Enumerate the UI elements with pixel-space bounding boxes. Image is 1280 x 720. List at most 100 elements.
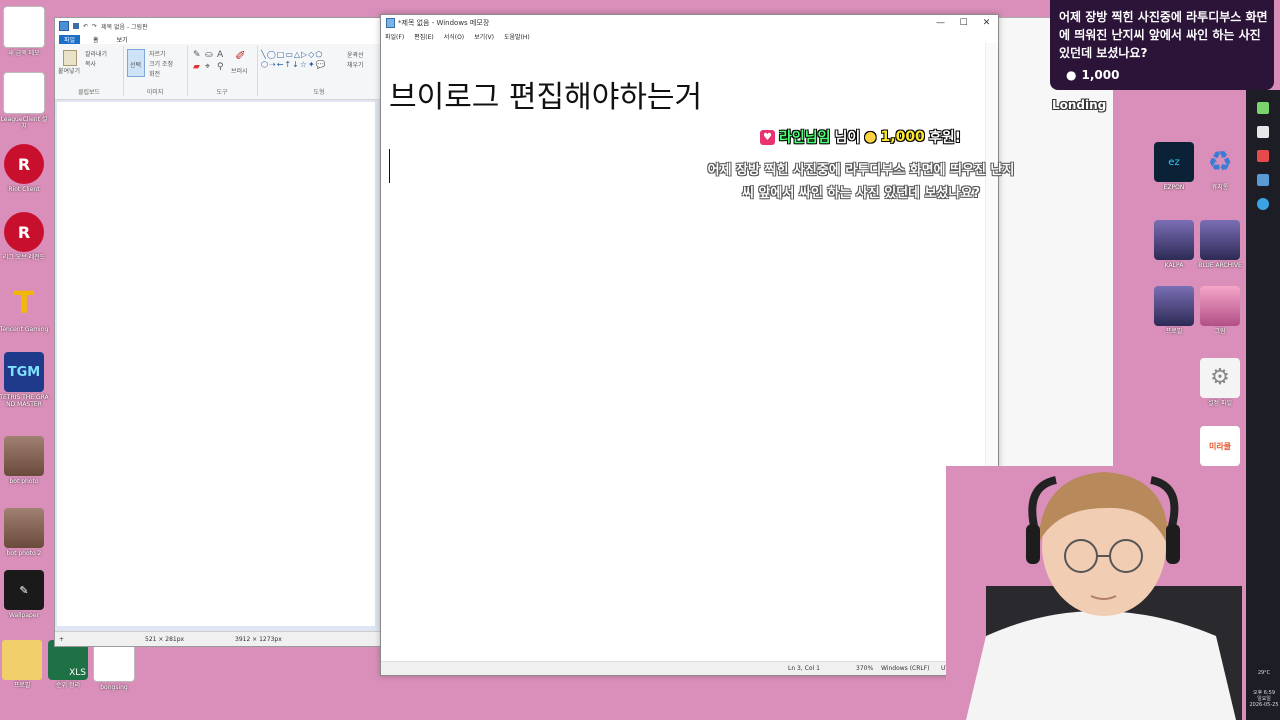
taskbar-app-icon[interactable] bbox=[1257, 102, 1269, 114]
desktop-icon-label: BLUE ARCHIVE bbox=[1198, 262, 1242, 269]
taskbar-app-icon[interactable] bbox=[1257, 150, 1269, 162]
minimize-button[interactable]: — bbox=[929, 15, 952, 31]
desktop-icon[interactable]: ✎ Wallpaper bbox=[0, 570, 50, 619]
taskbar-app-icon[interactable] bbox=[1257, 126, 1269, 138]
desktop-icon-label: 프로필 bbox=[1165, 328, 1183, 335]
desktop-icon[interactable]: 프로필 bbox=[0, 640, 48, 689]
notepad-statusbar: Ln 3, Col 1 370% Windows (CRLF) UTF-8 bbox=[381, 661, 998, 675]
crop-button[interactable]: 자르기 bbox=[149, 49, 166, 58]
dark-icon: ✎ bbox=[4, 570, 44, 610]
text-caret bbox=[389, 149, 390, 183]
notepad-titlebar[interactable]: *제목 없음 - Windows 메모장 bbox=[381, 15, 998, 31]
text-tool-icon[interactable]: A bbox=[217, 50, 223, 60]
shapes-gallery-icon-row2[interactable]: ⬡➝←↑↓☆✦💬 bbox=[261, 60, 327, 69]
brush-label[interactable]: 브러시 bbox=[231, 66, 248, 75]
donor-name: 라인님임 bbox=[779, 130, 831, 146]
menu-format[interactable]: 서식(O) bbox=[444, 32, 464, 41]
desktop-icon[interactable]: T Tencent Gaming bbox=[0, 284, 50, 333]
color-picker-icon[interactable]: ⌖ bbox=[205, 62, 210, 72]
save-icon[interactable] bbox=[73, 23, 79, 29]
desktop-icon[interactable]: LeagueClient 설치 bbox=[0, 72, 50, 130]
redo-icon[interactable]: ↷ bbox=[92, 23, 97, 30]
desktop-icon[interactable]: R 리그 오브 레전드 bbox=[0, 212, 50, 261]
line-ending: Windows (CRLF) bbox=[881, 665, 930, 672]
shapes-gallery-icon[interactable]: ╲◯□▭△▷◇⬠ bbox=[261, 50, 323, 59]
desktop-icon-label: TETRIS THE GRAND MASTER bbox=[0, 394, 49, 408]
magnifier-icon[interactable]: ⚲ bbox=[217, 62, 224, 72]
webcam-overlay bbox=[946, 466, 1242, 720]
menu-file[interactable]: 파일(F) bbox=[385, 32, 404, 41]
taskbar-app-icon[interactable] bbox=[1257, 174, 1269, 186]
brand-icon: 미라클 bbox=[1200, 426, 1240, 466]
paint-window[interactable]: ↶ ↷ 제목 없음 - 그림판 파일 홈 보기 붙여넣기 잘라내기 복사 클립보… bbox=[54, 17, 382, 647]
coin-icon: ● bbox=[864, 129, 877, 145]
desktop-icon[interactable]: bot photo 2 bbox=[0, 508, 50, 557]
round-red-icon: R bbox=[4, 144, 44, 184]
cut-button[interactable]: 잘라내기 bbox=[85, 49, 107, 58]
notepad-window[interactable]: *제목 없음 - Windows 메모장 — ☐ ✕ 파일(F) 편집(E) 서… bbox=[380, 14, 999, 676]
donation-message-line1: 어제 장방 찍힌 사진중에 라투디부스 화면에 띄우진 난지 bbox=[707, 163, 1015, 178]
taskbar-app-icon[interactable] bbox=[1257, 198, 1269, 210]
desktop-icon[interactable]: KALPA bbox=[1148, 220, 1200, 269]
gold-icon: T bbox=[13, 286, 35, 321]
shapes-group-label: 도형 bbox=[313, 89, 325, 96]
tab-file[interactable]: 파일 bbox=[59, 34, 81, 44]
paint-titlebar[interactable]: ↶ ↷ 제목 없음 - 그림판 bbox=[55, 18, 381, 34]
paint-canvas-area bbox=[55, 100, 381, 632]
desktop-icon[interactable]: BLUE ARCHIVE bbox=[1194, 220, 1246, 269]
zoom-level: 370% bbox=[856, 665, 874, 672]
close-button[interactable]: ✕ bbox=[975, 15, 998, 31]
desktop-icon[interactable]: XLS 순위 정리 bbox=[42, 640, 94, 689]
desktop-icon[interactable]: TGM TETRIS THE GRAND MASTER bbox=[0, 352, 50, 408]
tools-group: ✎ ⛀ A ▰ ⌖ ⚲ ✐ 브러시 도구 bbox=[187, 46, 258, 96]
desktop-icon[interactable]: ♻ 휴지통 bbox=[1194, 142, 1246, 191]
menu-edit[interactable]: 편집(E) bbox=[414, 32, 434, 41]
desktop-icon[interactable]: ⚙ 설정 파일 bbox=[1194, 358, 1246, 407]
outline-dropdown[interactable]: 윤곽선 bbox=[347, 50, 364, 59]
desktop-icon[interactable]: 프로필 bbox=[1148, 286, 1200, 335]
photo-icon bbox=[4, 508, 44, 548]
desktop-icon-label: Tencent Gaming bbox=[0, 326, 49, 333]
clipboard-group-label: 클립보드 bbox=[77, 89, 101, 96]
taskbar bbox=[1246, 90, 1280, 720]
menu-view[interactable]: 보기(V) bbox=[474, 32, 494, 41]
paste-button[interactable]: 붙여넣기 bbox=[58, 66, 80, 75]
paint-tab-bar: 파일 홈 보기 bbox=[55, 34, 381, 44]
desktop-icon[interactable]: bongsing bbox=[88, 640, 140, 691]
desktop-icon-label: 순위 정리 bbox=[56, 682, 80, 689]
tab-view[interactable]: 보기 bbox=[112, 35, 133, 44]
desktop-icon[interactable]: 그림 bbox=[1194, 286, 1246, 335]
fill-dropdown[interactable]: 채우기 bbox=[347, 60, 364, 69]
desktop-icon[interactable]: R Riot Client bbox=[0, 144, 50, 193]
fill-bucket-icon[interactable]: ⛀ bbox=[205, 50, 213, 60]
selection-size: 521 × 281px bbox=[145, 635, 185, 643]
resize-button[interactable]: 크기 조정 bbox=[149, 59, 173, 68]
select-button[interactable]: 선택 bbox=[130, 60, 141, 69]
paint-title: 제목 없음 - 그림판 bbox=[101, 23, 148, 31]
add-icon[interactable]: + bbox=[59, 636, 64, 643]
paper-icon bbox=[3, 72, 45, 114]
desktop-icon[interactable]: ez EZPON bbox=[1148, 142, 1200, 191]
anime-icon bbox=[1154, 220, 1194, 260]
rotate-button[interactable]: 회전 bbox=[149, 69, 160, 78]
donation-message-line2: 씨 앞에서 싸인 하는 사진 있던데 보셨나요? bbox=[741, 186, 981, 201]
donation-action: 후원! bbox=[928, 130, 961, 146]
undo-icon[interactable]: ↶ bbox=[83, 23, 88, 30]
paint-canvas[interactable] bbox=[57, 102, 375, 626]
paste-icon[interactable] bbox=[63, 50, 77, 66]
notepad-menubar: 파일(F) 편집(E) 서식(O) 보기(V) 도움말(H) bbox=[381, 31, 998, 41]
desktop-icon[interactable]: bot photo bbox=[0, 436, 50, 485]
copy-button[interactable]: 복사 bbox=[85, 59, 96, 68]
desktop-icon[interactable]: 새 금액 메모 bbox=[0, 6, 50, 57]
window-controls: — ☐ ✕ bbox=[929, 15, 998, 31]
tab-home[interactable]: 홈 bbox=[88, 35, 104, 44]
gear-icon: ⚙ bbox=[1200, 358, 1240, 398]
eraser-icon[interactable]: ▰ bbox=[193, 62, 200, 72]
brush-icon[interactable]: ✐ bbox=[235, 49, 246, 64]
maximize-button[interactable]: ☐ bbox=[952, 15, 975, 31]
pencil-icon[interactable]: ✎ bbox=[193, 50, 201, 60]
anime2-icon bbox=[1200, 286, 1240, 326]
desktop-icon-label: LeagueClient 설치 bbox=[0, 116, 48, 130]
menu-help[interactable]: 도움말(H) bbox=[504, 32, 530, 41]
temperature: 29°C bbox=[1257, 670, 1271, 676]
